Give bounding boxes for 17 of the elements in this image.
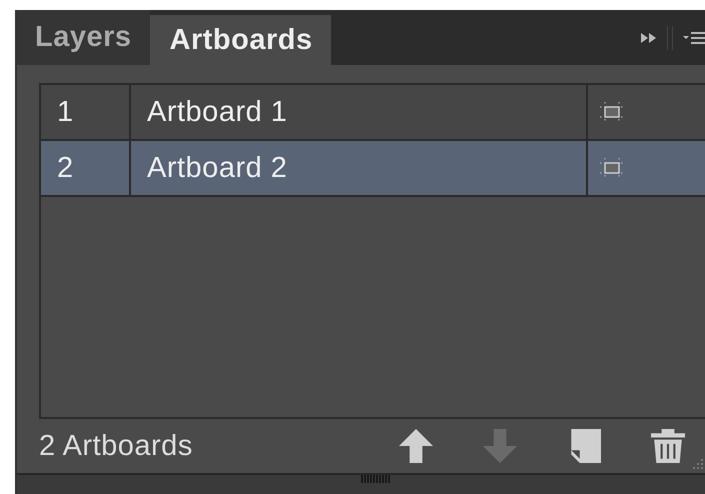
artboard-icon[interactable] bbox=[600, 102, 624, 122]
move-up-icon[interactable] bbox=[399, 429, 433, 463]
artboard-count: 2 Artboards bbox=[39, 430, 194, 462]
artboard-number: 2 bbox=[57, 152, 74, 184]
panel-tab[interactable]: Layers bbox=[17, 10, 150, 65]
drag-handle-icon[interactable] bbox=[361, 475, 391, 483]
artboard-icon[interactable] bbox=[600, 158, 624, 178]
artboard-name: Artboard 1 bbox=[147, 96, 288, 128]
trash-icon[interactable] bbox=[651, 429, 685, 463]
menu-icon[interactable] bbox=[683, 30, 705, 44]
artboard-number: 1 bbox=[57, 96, 74, 128]
resize-grip-icon[interactable] bbox=[691, 457, 703, 469]
artboard-name: Artboard 2 bbox=[147, 152, 288, 184]
collapse-icon[interactable] bbox=[641, 32, 657, 42]
artboard-row[interactable]: 2 Artboard 2 bbox=[41, 141, 705, 197]
artboard-row[interactable]: 1 Artboard 1 bbox=[41, 85, 705, 141]
panel-tab[interactable]: Artboards bbox=[150, 15, 331, 65]
